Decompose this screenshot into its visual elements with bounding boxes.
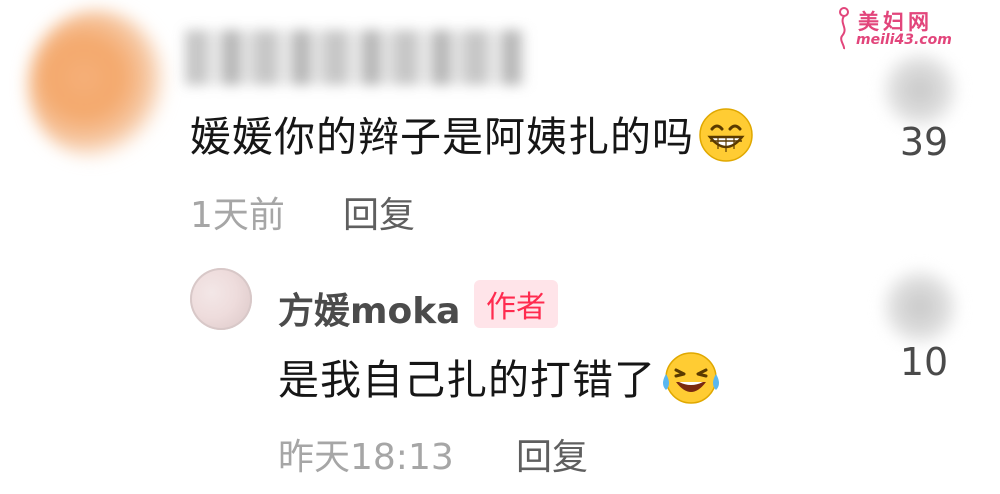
reply-button[interactable]: 回复 xyxy=(516,428,588,480)
watermark-figure-icon xyxy=(839,7,849,50)
reply-text: 是我自己扎的打错了 xyxy=(278,346,722,416)
comment-text: 媛媛你的辫子是阿姨扎的吗 xyxy=(190,103,754,173)
laughing-tears-emoji-icon xyxy=(660,350,722,416)
author-avatar[interactable] xyxy=(190,268,252,330)
commenter-avatar[interactable] xyxy=(28,10,168,160)
reply-author-name[interactable]: 方媛moka xyxy=(278,282,460,334)
comment-timestamp: 1天前 xyxy=(190,195,285,236)
commenter-username-blurred[interactable] xyxy=(185,30,525,85)
reply-button[interactable]: 回复 xyxy=(343,186,415,238)
reply-timestamp: 昨天18:13 xyxy=(278,437,454,478)
comment-text-content: 媛媛你的辫子是阿姨扎的吗 xyxy=(190,113,694,161)
like-count: 10 xyxy=(899,340,949,384)
reply-text-content: 是我自己扎的打错了 xyxy=(278,356,656,404)
author-badge: 作者 xyxy=(474,280,558,328)
grinning-face-emoji-icon xyxy=(698,107,754,173)
like-count: 39 xyxy=(899,120,949,164)
like-icon[interactable] xyxy=(880,262,960,352)
